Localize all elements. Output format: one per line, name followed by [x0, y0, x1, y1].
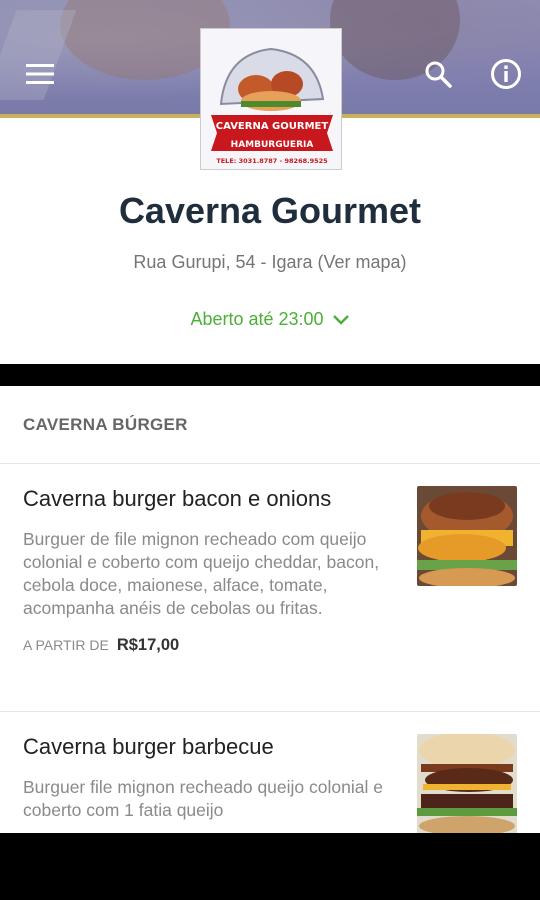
menu-section-title: CAVERNA BÚRGER — [0, 386, 540, 464]
menu-item-photo — [417, 734, 517, 833]
search-button[interactable] — [418, 54, 458, 94]
bottom-bar — [0, 833, 540, 900]
menu-item-photo — [417, 486, 517, 586]
menu-list: CAVERNA BÚRGER Caverna burger bacon e on… — [0, 386, 540, 833]
store-logo: CAVERNA GOURMET HAMBURGUERIA TELE: 3031.… — [200, 28, 342, 170]
info-button[interactable] — [486, 54, 526, 94]
store-logo-graphic: CAVERNA GOURMET HAMBURGUERIA TELE: 3031.… — [201, 29, 341, 169]
store-name: Caverna Gourmet — [118, 190, 422, 231]
menu-button[interactable] — [20, 54, 60, 94]
menu-item-name: Caverna burger bacon e onions — [23, 486, 332, 511]
menu-item[interactable]: Caverna burger bacon e onions Burguer de… — [0, 464, 540, 712]
info-icon — [491, 59, 521, 89]
opening-hours-toggle[interactable]: Aberto até 23:00 — [0, 309, 540, 330]
logo-text-phone: TELE: 3031.8787 - 98268.9525 — [216, 157, 328, 165]
opening-hours-label: Aberto até 23:00 — [190, 309, 324, 329]
menu-item-description: Burguer file mignon recheado queijo colo… — [23, 777, 383, 820]
chevron-down-icon — [332, 314, 349, 325]
store-address-link[interactable]: Rua Gurupi, 54 - Igara (Ver mapa) — [0, 252, 540, 273]
logo-text-type: HAMBURGUERIA — [231, 140, 314, 150]
search-icon — [425, 61, 452, 88]
menu-item-name: Caverna burger barbecue — [23, 734, 274, 759]
menu-item[interactable]: Caverna burger barbecue Burguer file mig… — [0, 712, 540, 833]
menu-item-price: R$17,00 — [116, 636, 180, 654]
menu-icon — [26, 64, 54, 84]
price-prefix: A PARTIR DE — [23, 637, 109, 653]
menu-item-description: Burguer de file mignon recheado com quei… — [23, 529, 380, 618]
menu-item-price-row: A PARTIR DE R$17,00 — [23, 636, 540, 662]
logo-text-brand: CAVERNA GOURMET — [216, 121, 329, 132]
